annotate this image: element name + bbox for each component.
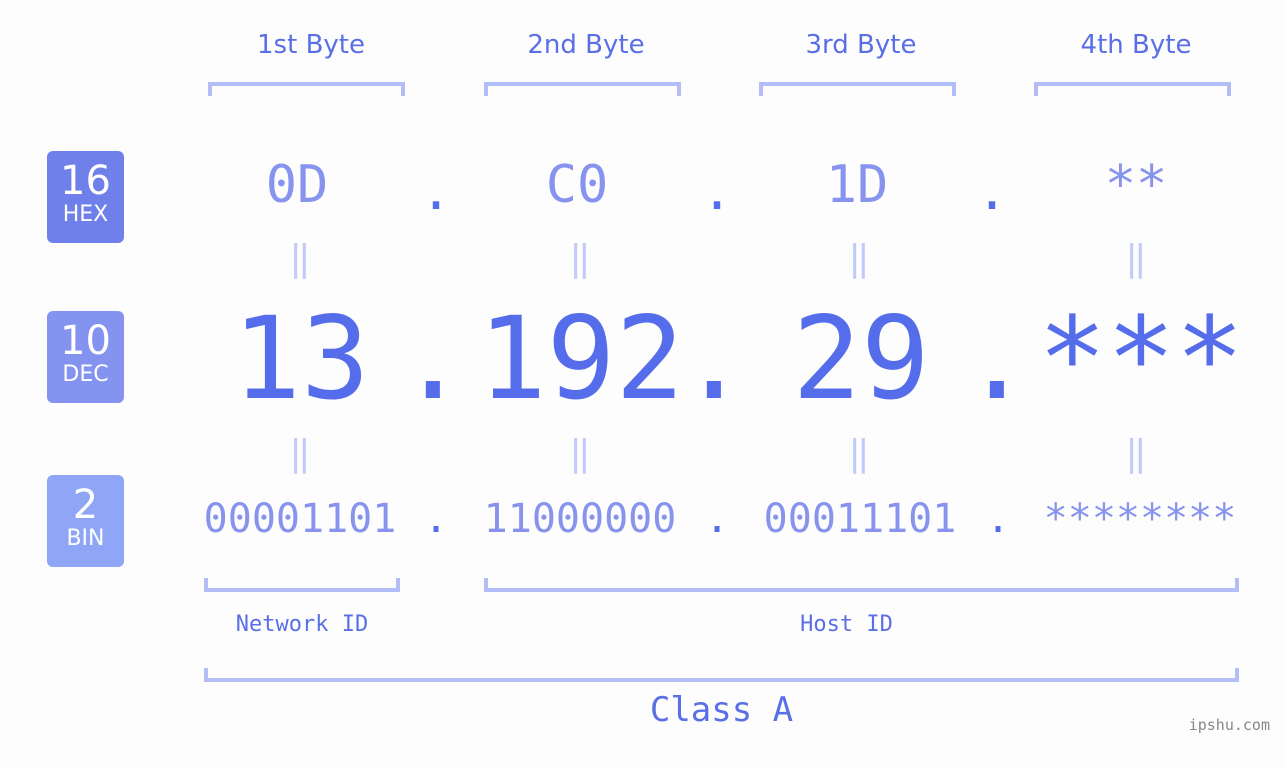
network-id-label: Network ID: [235, 612, 369, 637]
dec-byte-3: 29: [792, 292, 930, 425]
hex-badge-label: HEX: [62, 202, 109, 227]
equals-icon: ‖: [848, 433, 870, 474]
hex-byte-2: C0: [545, 155, 609, 215]
hex-byte-1: 0D: [265, 155, 329, 215]
class-label: Class A: [649, 690, 794, 730]
host-id-label: Host ID: [800, 612, 893, 637]
bin-byte-3: 00011101: [763, 496, 957, 542]
equals-icon: ‖: [569, 238, 591, 279]
equals-icon: ‖: [848, 238, 870, 279]
dec-badge-label: DEC: [62, 362, 109, 387]
dec-byte-1: 13: [232, 292, 370, 425]
bin-badge-number: 2: [72, 482, 99, 528]
hex-dot-1: .: [420, 162, 452, 222]
equals-icon: ‖: [1125, 238, 1147, 279]
host-id-bracket: [484, 578, 1239, 592]
byte-bracket-2: [484, 82, 681, 96]
bin-badge-label: BIN: [66, 526, 105, 551]
bin-dot-2: .: [704, 496, 730, 542]
watermark: ipshu.com: [1188, 716, 1270, 734]
byte-bracket-4: [1034, 82, 1231, 96]
bin-byte-2: 11000000: [483, 496, 677, 542]
byte-header-4: 4th Byte: [1080, 30, 1192, 60]
hex-dot-3: .: [976, 162, 1008, 222]
hex-badge-number: 16: [60, 158, 111, 204]
hex-badge: 16 HEX: [47, 151, 124, 243]
byte-bracket-1: [208, 82, 405, 96]
class-bracket: [204, 668, 1239, 682]
equals-icon: ‖: [289, 433, 311, 474]
bin-dot-3: .: [985, 496, 1011, 542]
byte-header-3: 3rd Byte: [805, 30, 917, 60]
equals-icon: ‖: [289, 238, 311, 279]
dec-dot-1: .: [398, 292, 468, 425]
equals-icon: ‖: [569, 433, 591, 474]
hex-byte-4: **: [1104, 155, 1168, 215]
dec-dot-3: .: [962, 292, 1032, 425]
bin-dot-1: .: [423, 496, 449, 542]
bin-byte-1: 00001101: [203, 496, 397, 542]
dec-byte-4: ***: [1038, 292, 1244, 425]
byte-header-1: 1st Byte: [257, 30, 365, 60]
hex-byte-3: 1D: [825, 155, 889, 215]
dec-badge-number: 10: [60, 318, 111, 364]
bin-byte-4: ********: [1043, 496, 1237, 542]
bin-badge: 2 BIN: [47, 475, 124, 567]
hex-dot-2: .: [701, 162, 733, 222]
equals-icon: ‖: [1125, 433, 1147, 474]
byte-bracket-3: [759, 82, 956, 96]
dec-badge: 10 DEC: [47, 311, 124, 403]
dec-dot-2: .: [679, 292, 749, 425]
network-id-bracket: [204, 578, 400, 592]
dec-byte-2: 192: [478, 292, 684, 425]
byte-header-2: 2nd Byte: [527, 30, 645, 60]
